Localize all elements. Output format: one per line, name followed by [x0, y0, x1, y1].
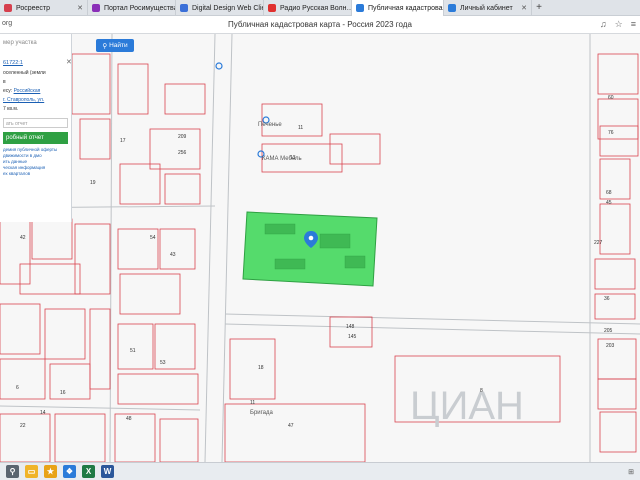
- headphones-icon[interactable]: ♫: [600, 19, 607, 30]
- parcel-number-label: 45: [606, 200, 612, 206]
- category-text: оселенный (земли: [3, 70, 46, 76]
- page-title: Публичная кадастровая карта - Россия 202…: [228, 20, 412, 29]
- place-label: КАМА Мебель: [262, 156, 302, 162]
- parcel-number-label: 203: [606, 343, 615, 349]
- tab-label: Digital Design Web Client: [192, 4, 264, 12]
- map-watermark: ЦИАН: [410, 384, 524, 428]
- parcel-number-label: 53: [160, 360, 166, 366]
- place-label: Печенье: [258, 122, 282, 128]
- parcel-number-label: 18: [258, 365, 264, 371]
- new-tab-button[interactable]: +: [532, 0, 546, 15]
- address-link-2[interactable]: г. Ставрополь, ул.: [3, 97, 68, 103]
- parcel-number-label: 54: [150, 235, 156, 241]
- explorer-icon[interactable]: ▭: [25, 465, 38, 478]
- tab-favicon-icon: [4, 4, 12, 12]
- browser-tab[interactable]: Публичная кадастровая✕: [352, 0, 444, 16]
- quarters-note[interactable]: ех кварталов: [3, 171, 68, 177]
- tab-favicon-icon: [448, 4, 456, 12]
- search-icon[interactable]: ⚲: [6, 465, 19, 478]
- parcel-number-label: 16: [60, 390, 66, 396]
- tab-favicon-icon: [180, 4, 188, 12]
- menu-icon[interactable]: ≡: [631, 19, 636, 30]
- tab-label: Радио Русская Волн…: [280, 4, 352, 12]
- detailed-report-button[interactable]: робный отчет: [3, 132, 68, 144]
- parcel-number-label: 48: [126, 416, 132, 422]
- parcel-number-label: 11: [250, 400, 255, 406]
- area-value: 7 кв.м.: [3, 106, 19, 112]
- excel-icon[interactable]: X: [82, 465, 95, 478]
- system-tray: ⊞: [628, 468, 634, 476]
- address-row: есу: Российская: [3, 88, 68, 94]
- word-icon[interactable]: W: [101, 465, 114, 478]
- selected-parcel[interactable]: [242, 211, 378, 287]
- parcel-number-label: 36: [604, 296, 610, 302]
- browser-tools: ♫ ☆ ≡: [600, 19, 636, 30]
- category-text-2: в: [3, 79, 6, 85]
- find-button[interactable]: ⚲ Найти: [96, 39, 134, 52]
- address-link[interactable]: Российская: [14, 88, 41, 94]
- tab-label: Личный кабинет: [460, 4, 513, 12]
- parcel-number-label: 22: [20, 423, 26, 429]
- parcel-number-label: 11: [298, 125, 303, 131]
- close-icon[interactable]: ✕: [66, 58, 72, 66]
- parcel-number-label: 227: [594, 240, 603, 246]
- browser-tab[interactable]: Портал Росимущества✕: [88, 0, 176, 16]
- browser-tab-bar: Росреестр✕Портал Росимущества✕Digital De…: [0, 0, 640, 16]
- cadastral-number-link[interactable]: 61722:1: [3, 60, 68, 66]
- parcel-number-label: 17: [120, 138, 126, 144]
- parcel-number-label: 60: [608, 95, 614, 101]
- parcel-number-label: 6: [16, 385, 19, 391]
- tab-label: Росреестр: [16, 4, 51, 12]
- cadastral-map[interactable]: ЦИАН 11 13 209 256 17 19 42 54 43 51 53 18 8 60 76 68 45…: [0, 34, 640, 462]
- parcel-number-label: 256: [178, 150, 187, 156]
- browser-tab[interactable]: Digital Design Web Client✕: [176, 0, 264, 16]
- report-email-input[interactable]: ать отчет: [3, 118, 68, 128]
- parcel-number-label: 14: [40, 410, 46, 416]
- tab-favicon-icon: [268, 4, 276, 12]
- search-icon: ⚲: [102, 42, 108, 50]
- map-canvas[interactable]: ЦИАН 1113209256171942 5443515318860766845…: [0, 34, 640, 462]
- favorites-icon[interactable]: ★: [44, 465, 57, 478]
- tab-favicon-icon: [92, 4, 100, 12]
- browser-tab[interactable]: Радио Русская Волн…✕: [264, 0, 352, 16]
- parcel-number-label: 8: [480, 388, 483, 394]
- address-bar: org Публичная кадастровая карта - Россия…: [0, 16, 640, 34]
- parcel-number-label: 51: [130, 348, 136, 354]
- info-panel: мер участка 61722:1 оселенный (земли в е…: [0, 34, 72, 222]
- tab-favicon-icon: [356, 4, 364, 12]
- address-label: есу:: [3, 88, 13, 94]
- find-button-label: Найти: [109, 42, 128, 49]
- browser-tab[interactable]: Росреестр ✕: [0, 0, 88, 16]
- taskbar: ⚲ ▭ ★ ❖ X W ⊞: [0, 462, 640, 480]
- parcel-number-label: 148: [346, 324, 355, 330]
- parcel-number-label: 43: [170, 252, 176, 258]
- parcel-number-label: 68: [606, 190, 612, 196]
- gosuslugi-icon[interactable]: ❖: [63, 465, 76, 478]
- close-tab-icon[interactable]: ✕: [77, 4, 83, 12]
- parcel-number-label: 42: [20, 235, 26, 241]
- parcel-number-label: 205: [604, 328, 613, 334]
- tab-label: Портал Росимущества: [104, 4, 176, 12]
- search-input[interactable]: мер участка: [3, 40, 68, 46]
- url-text[interactable]: org: [2, 20, 12, 27]
- parcel-number-label: 19: [90, 180, 96, 186]
- bookmark-star-icon[interactable]: ☆: [615, 19, 623, 30]
- close-tab-icon[interactable]: ✕: [521, 4, 527, 12]
- poi-marker-icon[interactable]: [215, 62, 223, 70]
- parcel-number-label: 47: [288, 423, 294, 429]
- place-label: Бригада: [250, 410, 274, 416]
- parcel-number-label: 209: [178, 134, 187, 140]
- browser-tab[interactable]: Личный кабинет ✕: [444, 0, 532, 16]
- parcel-number-label: 145: [348, 334, 357, 340]
- parcel-number-label: 76: [608, 130, 614, 136]
- tab-label: Публичная кадастровая: [368, 4, 444, 12]
